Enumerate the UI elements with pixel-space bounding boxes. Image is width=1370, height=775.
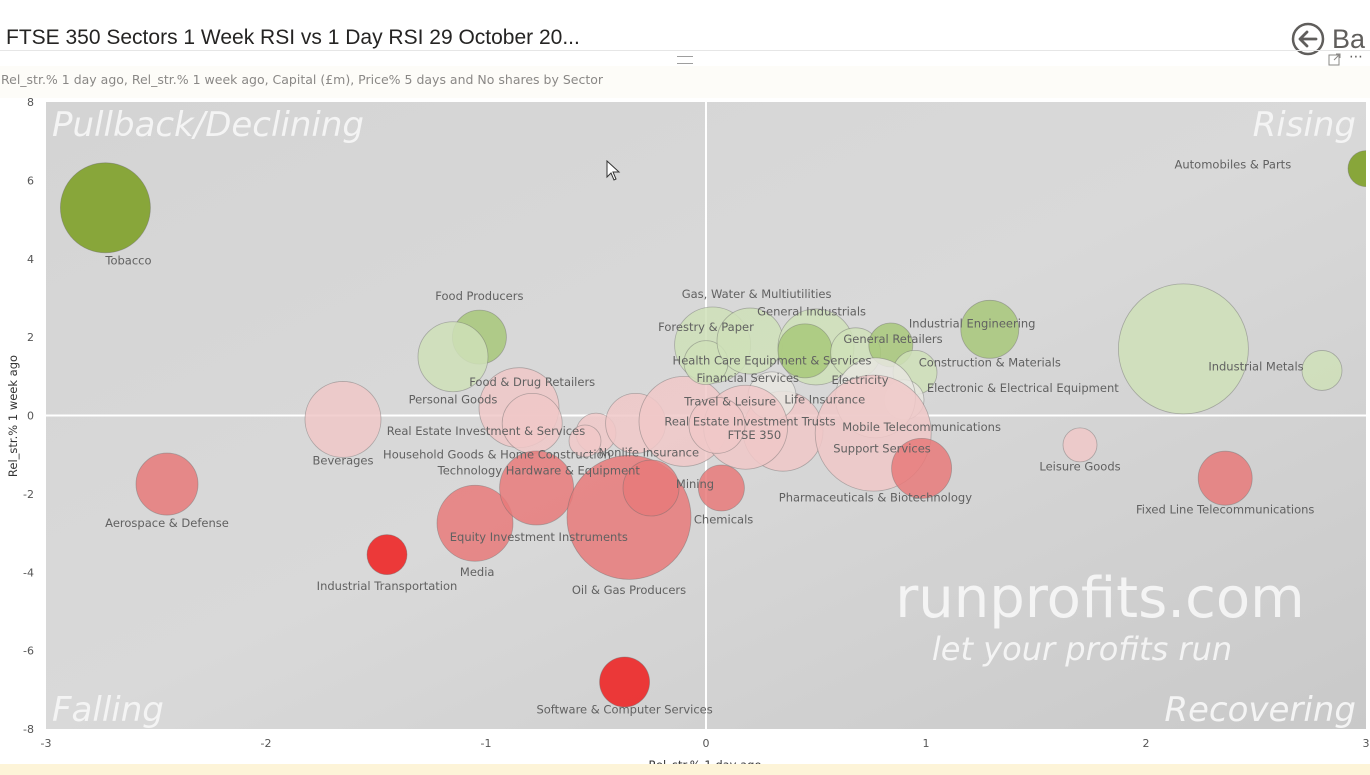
data-label: Industrial Engineering	[909, 316, 1036, 330]
footer-description	[0, 764, 1370, 775]
data-label: Automobiles & Parts	[1175, 158, 1292, 172]
data-label: Gas, Water & Multiutilities	[682, 287, 832, 301]
quadrant-label-bottom-right: Recovering	[1164, 690, 1356, 730]
data-label: Technology Hardware & Equipment	[437, 463, 641, 477]
data-label: General Industrials	[757, 305, 866, 319]
quadrant-label-top-left: Pullback/Declining	[52, 105, 364, 145]
data-label: Forestry & Paper	[658, 320, 754, 334]
y-tick-label: 6	[27, 174, 34, 187]
data-label: Pharmaceuticals & Biotechnology	[779, 491, 972, 505]
data-label: Media	[460, 565, 495, 579]
bubble-point	[60, 162, 151, 254]
data-label: Travel & Leisure	[683, 395, 776, 409]
watermark-tagline: let your profits run	[932, 630, 1232, 668]
data-label: Software & Computer Services	[536, 702, 712, 716]
y-tick-label: -8	[23, 723, 34, 736]
bubble-point	[599, 656, 650, 708]
data-label: Tobacco	[104, 254, 151, 268]
data-label: Oil & Gas Producers	[572, 583, 686, 597]
quadrant-label-top-right: Rising	[1253, 105, 1356, 145]
data-label: Beverages	[313, 453, 374, 467]
x-tick-label: -1	[481, 737, 492, 750]
bubble-point	[1062, 427, 1098, 463]
data-label: Real Estate Investment Trusts	[664, 414, 835, 428]
data-label: Electronic & Electrical Equipment	[927, 381, 1119, 395]
data-label: Life Insurance	[784, 393, 865, 407]
data-label: Food & Drug Retailers	[469, 375, 595, 389]
data-label: FTSE 350	[728, 428, 782, 442]
data-label: Equity Investment Instruments	[450, 530, 628, 544]
data-label: Real Estate Investment & Services	[387, 424, 585, 438]
x-tick-label: -2	[261, 737, 272, 750]
y-tick-label: 8	[27, 96, 34, 109]
y-axis-title: Rel_str.% 1 week ago	[6, 355, 20, 477]
bubble-point	[135, 452, 199, 516]
bubble-point	[1197, 450, 1253, 506]
data-label: Aerospace & Defense	[105, 516, 229, 530]
data-label: Household Goods & Home Construction	[383, 448, 611, 462]
y-tick-label: 4	[27, 253, 34, 266]
bubble-point	[366, 534, 408, 576]
data-label: Chemicals	[694, 512, 753, 526]
data-label: Construction & Materials	[919, 356, 1061, 370]
data-label: Industrial Transportation	[317, 579, 458, 593]
data-label: Mining	[676, 477, 714, 491]
y-tick-label: -6	[23, 645, 34, 658]
y-tick-label: -4	[23, 566, 34, 579]
bubble-point	[499, 450, 574, 526]
data-label: Electricity	[831, 373, 888, 387]
data-label: Fixed Line Telecommunications	[1136, 502, 1314, 516]
quadrant-label-bottom-left: Falling	[52, 690, 164, 730]
x-tick-label: 0	[703, 737, 710, 750]
bubble-point	[1118, 283, 1249, 415]
data-label: Leisure Goods	[1039, 459, 1120, 473]
x-tick-label: 1	[923, 737, 930, 750]
data-label: General Retailers	[843, 332, 942, 346]
y-tick-label: 2	[27, 331, 34, 344]
scatter-chart: runprofits.comlet your profits run Pullb…	[6, 96, 1370, 772]
data-label: Food Producers	[435, 289, 523, 303]
data-label: Health Care Equipment & Services	[673, 354, 872, 368]
x-tick-label: 2	[1143, 737, 1150, 750]
watermark-brand: runprofits.com	[895, 566, 1304, 631]
bubble-point	[777, 323, 833, 379]
data-label: Financial Services	[697, 371, 800, 385]
mouse-cursor-icon	[606, 160, 621, 181]
bubble-point	[1301, 350, 1343, 391]
x-tick-label: 3	[1363, 737, 1370, 750]
data-label: Nonlife Insurance	[599, 446, 700, 460]
data-label: Industrial Metals	[1208, 359, 1303, 373]
data-label: Personal Goods	[409, 393, 498, 407]
bubble-point	[304, 381, 382, 458]
data-label: Support Services	[833, 442, 931, 456]
y-tick-label: -2	[23, 488, 34, 501]
data-label: Mobile Telecommunications	[842, 420, 1001, 434]
y-tick-label: 0	[27, 410, 34, 423]
x-tick-label: -3	[41, 737, 52, 750]
